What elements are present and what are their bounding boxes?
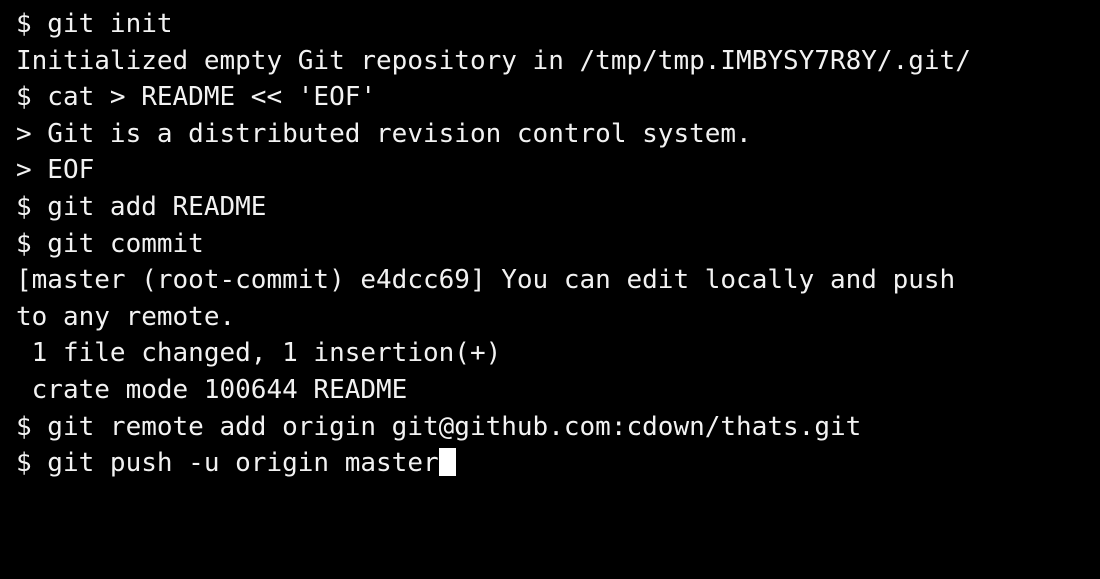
terminal-line: > Git is a distributed revision control … [16, 116, 1100, 153]
terminal-line-text: > Git is a distributed revision control … [16, 118, 752, 149]
terminal-line-text: [master (root-commit) e4dcc69] You can e… [16, 265, 956, 296]
terminal-line-text: > EOF [16, 155, 95, 186]
terminal-line: crate mode 100644 README [16, 372, 1100, 409]
terminal-line: > EOF [16, 152, 1100, 189]
terminal-line-text: $ git init [16, 9, 173, 39]
terminal-window[interactable]: $ git init Initialized empty Git reposito… [0, 0, 1100, 579]
terminal-line-text: to any remote. [16, 301, 236, 332]
terminal-line: $ git add README [16, 189, 1100, 226]
text-cursor [438, 448, 456, 477]
terminal-line: $ git init [16, 6, 1100, 43]
terminal-line: 1 file changed, 1 insertion(+) [16, 335, 1100, 372]
terminal-line-text: $ git remote add origin git@github.com:c… [16, 411, 862, 442]
terminal-line-text: $ cat > README << 'EOF' [16, 82, 377, 113]
terminal-line-text: Initialized empty Git repository in /tmp… [16, 45, 971, 76]
terminal-line: $ git remote add origin git@github.com:c… [16, 409, 1100, 446]
terminal-line-text: 1 file changed, 1 insertion(+) [16, 338, 502, 369]
terminal-line: $ cat > README << 'EOF' [16, 79, 1100, 116]
terminal-line-text: $ git commit [16, 228, 204, 259]
terminal-line-text: $ git add README [16, 191, 267, 222]
terminal-line: Initialized empty Git repository in /tmp… [16, 43, 1100, 80]
terminal-line: [master (root-commit) e4dcc69] You can e… [16, 262, 1100, 299]
terminal-line: $ git commit [16, 226, 1100, 263]
terminal-line-text: $ git push -u origin master [16, 448, 439, 479]
terminal-line: $ git push -u origin master [16, 445, 1100, 482]
terminal-line: to any remote. [16, 299, 1100, 336]
terminal-screen[interactable]: $ git init Initialized empty Git reposito… [16, 6, 1100, 482]
terminal-line-text: crate mode 100644 README [16, 374, 408, 405]
